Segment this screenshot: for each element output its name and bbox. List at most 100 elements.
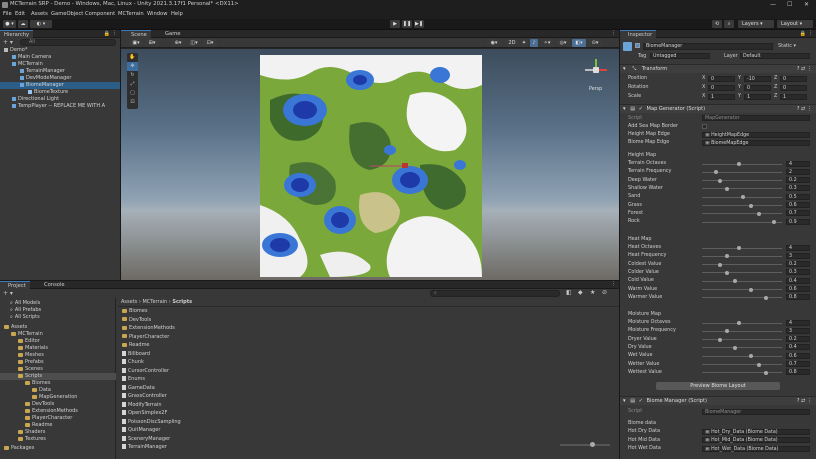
slider-knob[interactable] [772,220,777,225]
global-dropdown[interactable]: ◫▾ [187,39,201,47]
file-item[interactable]: DevTools [122,317,151,324]
value-slider[interactable] [702,203,782,208]
more-icon[interactable]: ⋮ [611,30,616,36]
component-menu-icon[interactable]: ? ⇄ ⋮ [797,397,812,406]
file-item[interactable]: Chunk [122,359,144,366]
value-slider[interactable] [702,337,782,342]
slider-knob[interactable] [756,362,761,367]
folder-tree-item[interactable]: PlayerCharacter [0,415,116,422]
file-item[interactable]: QuitManager [122,427,160,434]
snap-dropdown[interactable]: ⊡▾ [203,39,217,47]
menu-assets[interactable]: Assets [31,11,48,17]
star-icon[interactable]: ★ [590,289,595,296]
play-button[interactable]: ▶ [390,20,400,28]
slider-value-input[interactable]: 0.3 [786,185,810,192]
breadcrumb-assets[interactable]: Assets [121,299,137,305]
value-slider[interactable] [702,321,782,325]
value-slider[interactable] [702,279,782,284]
scene-viewport[interactable]: ✋ ✥ ↻ ⤢ ▢ ⊡ Persp [121,49,619,280]
grid-dropdown[interactable]: ⊞▾ [145,39,159,47]
z-value-input[interactable]: 0 [780,84,807,91]
transform-header[interactable]: ▾ ⤡ Transform ? ⇄ ⋮ [620,64,816,73]
folder-tree-item[interactable]: ExtensionMethods [0,408,116,415]
slider-knob[interactable] [764,370,769,375]
hand-tool-dropdown[interactable]: ▣▾ [129,39,143,47]
slider-value-input[interactable]: 0.8 [786,369,810,376]
menu-edit[interactable]: Edit [15,11,25,17]
more-icon[interactable]: ⋮ [611,281,616,287]
x-value-input[interactable]: 1 [708,93,735,100]
cloud-icon[interactable]: ☁ [18,20,28,28]
file-item[interactable]: GrassController [122,393,167,400]
slider-knob[interactable] [756,211,761,216]
zoom-slider-knob[interactable] [590,442,595,447]
hidden-count-icon[interactable]: ⊘ [602,289,607,296]
slider-value-input[interactable]: 0.6 [786,202,810,208]
label-icon[interactable]: ◆ [578,289,583,296]
slider-value-input[interactable]: 0.2 [786,261,810,268]
folder-tree-item[interactable]: Packages [0,445,116,452]
component-menu-icon[interactable]: ? ⇄ ⋮ [797,105,812,114]
hierarchy-item[interactable]: TerrainManager [0,68,120,75]
slider-value-input[interactable]: 0.7 [786,361,810,367]
value-slider[interactable] [702,329,782,334]
file-item[interactable]: ExtensionMethods [122,325,175,332]
menu-component[interactable]: Component [85,11,115,17]
lighting-icon[interactable]: ✦ [520,39,528,47]
scale-tool-icon[interactable]: ⤢ [127,80,138,89]
value-slider[interactable] [702,354,782,359]
slider-knob[interactable] [717,262,722,267]
biome-data-field[interactable]: ▣ Hot_Wet_Data (Biome Data) [702,445,810,452]
z-value-input[interactable]: 1 [780,93,807,100]
more-icon[interactable]: ⋮ [808,30,813,36]
slider-knob[interactable] [717,178,722,183]
view-tool-icon[interactable]: ✋ [127,53,138,62]
slider-value-input[interactable]: 0.9 [786,218,810,225]
value-slider[interactable] [702,345,782,350]
biome-data-field[interactable]: ▣ Hot_Dry_Data (Biome Data) [702,428,810,435]
hierarchy-item[interactable]: TempPlayer -- REPLACE ME WITH A [0,103,120,110]
add-icon[interactable]: + ▾ [3,290,13,297]
hierarchy-item[interactable]: Demo* [0,47,120,54]
slider-knob[interactable] [748,287,753,292]
slider-knob[interactable] [733,279,738,284]
layer-dropdown[interactable]: Default [740,53,810,59]
file-item[interactable]: GameData [122,384,155,392]
search-icon[interactable]: ⌕ [724,20,734,28]
pivot-dropdown[interactable]: ⊕▾ [171,39,185,47]
effects-dropdown[interactable]: ✧▾ [540,39,554,47]
slider-knob[interactable] [725,186,730,191]
value-slider[interactable] [702,186,782,191]
foldout-icon[interactable]: ▾ [623,66,626,72]
height-edge-field[interactable]: ▣ HeightMapEdge [702,132,810,138]
favorite-item[interactable]: ⌕ All Prefabs [10,307,41,314]
breadcrumb-mcterrain[interactable]: MCTerrain [142,299,167,305]
slider-value-input[interactable]: 0.6 [786,286,810,292]
y-value-input[interactable]: -10 [744,75,771,82]
tab-console[interactable]: Console [36,281,69,289]
camera-dropdown[interactable]: ◧▾ [572,39,586,47]
folder-tree-item[interactable]: Biomes [0,380,116,387]
favorite-item[interactable]: ⌕ All Models [10,300,40,307]
move-tool-icon[interactable]: ✥ [127,62,138,71]
foldout-icon[interactable]: ▾ [623,106,626,112]
menu-gameobject[interactable]: GameObject [51,11,83,17]
y-value-input[interactable]: 0 [744,84,771,91]
value-slider[interactable] [702,370,782,375]
biome-edge-field[interactable]: ▣ BiomeMapEdge [702,140,810,146]
value-slider[interactable] [702,262,782,267]
maximize-button[interactable]: ☐ [787,1,792,8]
breadcrumb-scripts[interactable]: Scripts [172,299,192,305]
value-slider[interactable] [702,170,782,175]
slider-knob[interactable] [737,162,742,166]
file-item[interactable]: SceneryManager [122,435,170,443]
slider-value-input[interactable]: 0.6 [786,352,810,359]
file-item[interactable]: Readme [122,342,150,349]
slider-value-input[interactable]: 0.5 [786,193,810,200]
slider-knob[interactable] [748,203,753,208]
value-slider[interactable] [702,270,782,275]
slider-value-input[interactable]: 2 [786,168,810,175]
preview-biome-layout-button[interactable]: Preview Biome Layout [656,382,780,390]
folder-tree-item[interactable]: Readme [0,422,116,429]
file-item[interactable]: OpenSimplex2F [122,410,167,417]
